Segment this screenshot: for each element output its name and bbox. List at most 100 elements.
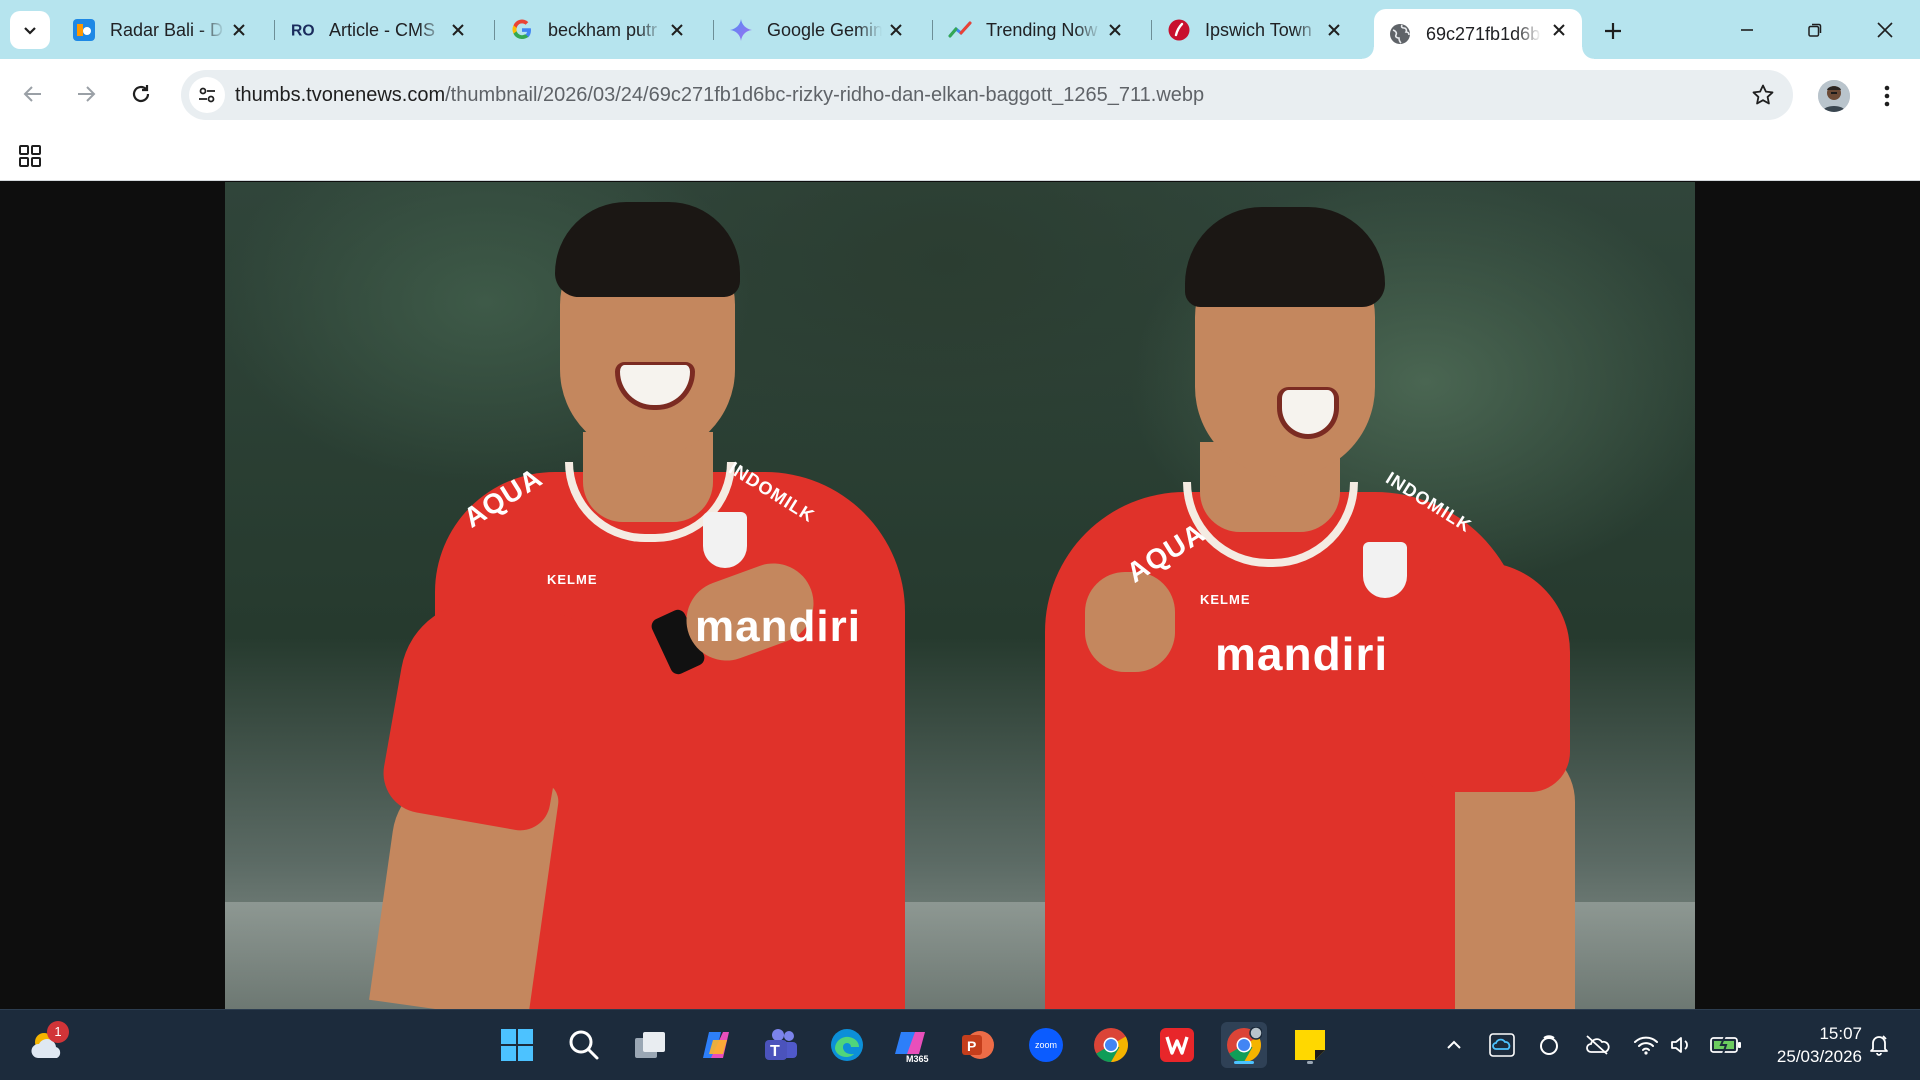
tab-radar-bali[interactable]: Radar Bali - D (58, 9, 262, 51)
chrome-profile-button[interactable] (1221, 1022, 1267, 1068)
browser-toolbar: thumbs.tvonenews.com/thumbnail/2026/03/2… (0, 59, 1920, 130)
reload-button[interactable] (121, 74, 161, 114)
left-player-figure: mandiri AQUA INDOMILK KELME (369, 182, 925, 1009)
tab-google-search[interactable]: beckham putr (496, 9, 700, 51)
sticky-notes-icon (1295, 1030, 1325, 1060)
tab-active-image[interactable]: 69c271fb1d6b (1362, 9, 1594, 59)
task-view-button[interactable] (627, 1022, 673, 1068)
tray-wifi[interactable] (1633, 1032, 1659, 1058)
tune-icon (199, 87, 215, 103)
restore-icon (1808, 23, 1822, 37)
tray-location[interactable] (1536, 1032, 1562, 1058)
right-player-brand: KELME (1200, 592, 1251, 607)
zoom-icon: zoom (1029, 1028, 1063, 1062)
tab-google-gemini[interactable]: Google Gemin (715, 9, 919, 51)
chevron-down-icon (24, 27, 36, 35)
tab-title: 69c271fb1d6b (1426, 23, 1541, 44)
tab-search-button[interactable] (10, 11, 50, 49)
globe-favicon-icon (1388, 22, 1412, 46)
close-tab-icon[interactable] (447, 19, 469, 41)
svg-text:RO: RO (291, 23, 315, 40)
new-tab-button[interactable] (1596, 14, 1630, 48)
tab-separator (494, 20, 495, 40)
taskbar-search-button[interactable] (561, 1022, 607, 1068)
tab-separator (713, 20, 714, 40)
tray-cloud-off[interactable] (1584, 1032, 1610, 1058)
right-player-sponsor: mandiri (1215, 628, 1389, 680)
svg-text:T: T (770, 1043, 780, 1060)
browser-menu-button[interactable] (1872, 78, 1902, 114)
tab-title: Ipswich Town (1205, 19, 1312, 40)
tray-battery[interactable] (1709, 1032, 1743, 1058)
right-player-figure: mandiri AQUA INDOMILK KELME (1025, 182, 1595, 1009)
chrome-profile-icon (1227, 1027, 1262, 1062)
windows-start-icon (501, 1029, 533, 1061)
ro-cms-favicon-icon: RO (291, 18, 315, 42)
close-tab-icon[interactable] (885, 19, 907, 41)
minimize-button[interactable] (1724, 10, 1770, 50)
battery-charging-icon (1710, 1035, 1741, 1055)
clock-time: 15:07 (1819, 1024, 1862, 1043)
active-app-indicator (1234, 1061, 1254, 1064)
right-player-sleeve (1420, 562, 1570, 792)
tray-onedrive[interactable] (1489, 1032, 1515, 1058)
url-path: /thumbnail/2026/03/24/69c271fb1d6bc-rizk… (445, 84, 1205, 106)
thumbs-up-hand (1085, 572, 1175, 672)
bookmark-star-icon[interactable] (1751, 83, 1775, 107)
notification-bell-icon (1870, 1035, 1888, 1056)
football-players-photo[interactable]: mandiri AQUA INDOMILK KELME mandiri AQUA… (225, 182, 1695, 1009)
apps-grid-icon[interactable] (18, 144, 42, 168)
close-tab-icon[interactable] (228, 19, 250, 41)
close-tab-icon[interactable] (1323, 19, 1345, 41)
copilot-button[interactable] (693, 1022, 739, 1068)
wps-button[interactable] (1154, 1022, 1200, 1068)
chrome-button[interactable] (1088, 1022, 1134, 1068)
tray-volume[interactable] (1668, 1032, 1694, 1058)
notification-center-button[interactable] (1866, 1032, 1892, 1058)
arrow-right-icon (78, 86, 96, 102)
close-tab-icon[interactable] (1104, 19, 1126, 41)
close-tab-icon[interactable] (666, 19, 688, 41)
site-info-button[interactable] (189, 77, 225, 113)
profile-avatar[interactable] (1818, 80, 1850, 112)
chrome-icon (1094, 1028, 1128, 1062)
bookmarks-bar (0, 130, 1920, 181)
powerpoint-button[interactable]: P (955, 1022, 1001, 1068)
edge-icon (831, 1029, 863, 1061)
task-view-icon (635, 1032, 665, 1058)
url-text: thumbs.tvonenews.com/thumbnail/2026/03/2… (235, 84, 1204, 107)
tab-article-cms[interactable]: RO Article - CMS (277, 9, 481, 51)
tab-separator (1151, 20, 1152, 40)
more-vertical-icon (1884, 85, 1890, 107)
address-bar[interactable]: thumbs.tvonenews.com/thumbnail/2026/03/2… (181, 70, 1793, 120)
m365-button[interactable]: M365 (889, 1022, 935, 1068)
tab-title: beckham putr (548, 19, 658, 40)
svg-text:M365: M365 (906, 1054, 929, 1064)
chevron-up-icon (1447, 1040, 1461, 1049)
sticky-notes-button[interactable] (1287, 1022, 1333, 1068)
edge-button[interactable] (824, 1022, 870, 1068)
plus-icon (1605, 23, 1621, 39)
left-player-brand: KELME (547, 572, 598, 587)
close-tab-icon[interactable] (1548, 19, 1570, 41)
tab-ipswich-town[interactable]: Ipswich Town (1153, 9, 1357, 51)
tab-title: Google Gemin (767, 19, 882, 40)
copilot-icon (703, 1032, 729, 1058)
zoom-button[interactable]: zoom (1023, 1022, 1069, 1068)
m365-icon: M365 (895, 1032, 929, 1064)
cloud-off-icon (1586, 1035, 1610, 1055)
teams-button[interactable]: T (758, 1022, 804, 1068)
tab-trending-now[interactable]: Trending Now (934, 9, 1138, 51)
right-player-hair (1185, 207, 1385, 307)
start-button[interactable] (494, 1022, 540, 1068)
location-icon (1540, 1035, 1558, 1055)
user-avatar-icon (1818, 80, 1850, 112)
close-window-button[interactable] (1862, 10, 1908, 50)
system-clock[interactable]: 15:07 25/03/2026 (1752, 1022, 1862, 1068)
powerpoint-icon: P (962, 1031, 994, 1059)
back-button[interactable] (13, 74, 53, 114)
restore-button[interactable] (1792, 10, 1838, 50)
running-app-indicator (1307, 1061, 1313, 1064)
tray-overflow-button[interactable] (1441, 1032, 1467, 1058)
forward-button[interactable] (66, 74, 106, 114)
